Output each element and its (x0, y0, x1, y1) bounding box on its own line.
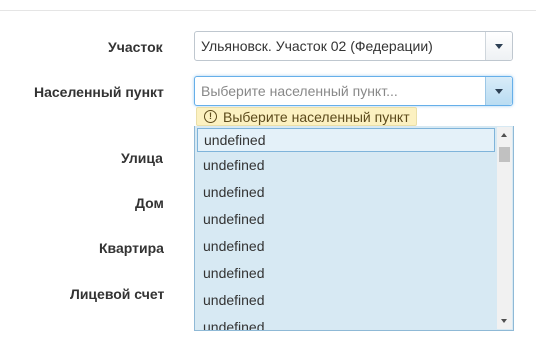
dropdown-option[interactable]: undefined (195, 260, 497, 287)
settlement-dropdown-list[interactable]: undefined undefined undefined undefined … (194, 126, 514, 331)
settlement-select-arrow-button[interactable] (485, 77, 512, 105)
settlement-select-placeholder: Выберите населенный пункт... (201, 83, 398, 99)
dropdown-option[interactable]: undefined (195, 206, 497, 233)
chevron-down-icon (495, 44, 503, 49)
scroll-down-icon[interactable] (501, 319, 507, 323)
uchastok-select[interactable]: Ульяновск. Участок 02 (Федерации) (194, 31, 513, 61)
scroll-up-icon[interactable] (501, 133, 507, 137)
dropdown-option[interactable]: undefined (195, 152, 497, 179)
chevron-down-icon (495, 89, 503, 94)
account-label: Лицевой счет (70, 286, 165, 302)
settlement-hint-text: Выберите населенный пункт (223, 109, 410, 125)
settlement-label: Населенный пункт (34, 84, 164, 100)
dropdown-scrollbar[interactable] (497, 127, 512, 329)
apartment-label: Квартира (99, 240, 164, 256)
exclamation-circle-icon: ! (204, 110, 217, 123)
dropdown-option[interactable]: undefined (195, 287, 497, 314)
uchastok-label: Участок (108, 39, 163, 55)
street-label: Улица (121, 150, 163, 166)
house-label: Дом (135, 195, 164, 211)
settlement-hint: ! Выберите населенный пункт (196, 107, 417, 126)
dropdown-options: undefined undefined undefined undefined … (195, 126, 497, 330)
uchastok-select-value: Ульяновск. Участок 02 (Федерации) (201, 38, 433, 54)
dropdown-option[interactable]: undefined (195, 314, 497, 330)
dropdown-option[interactable]: undefined (195, 179, 497, 206)
settlement-select[interactable]: Выберите населенный пункт... (194, 76, 513, 106)
dropdown-option[interactable]: undefined (195, 233, 497, 260)
uchastok-select-arrow-button[interactable] (485, 32, 512, 60)
top-divider (0, 0, 536, 11)
dropdown-option[interactable]: undefined (197, 128, 495, 152)
scrollbar-thumb[interactable] (499, 147, 510, 162)
